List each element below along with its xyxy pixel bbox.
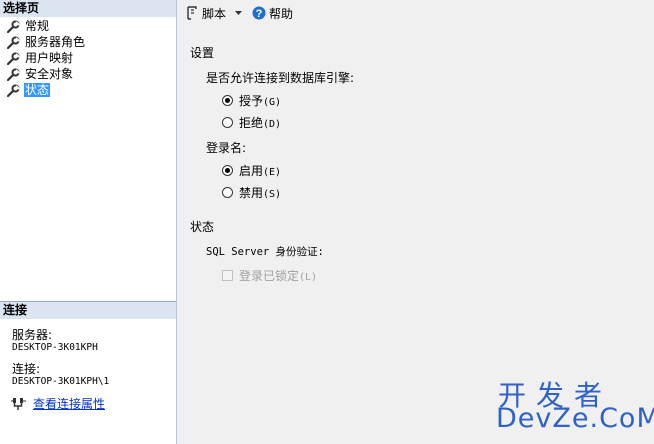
page-item-label: 服务器角色 (25, 35, 86, 49)
page-item-user-mapping[interactable]: 用户映射 (7, 50, 86, 66)
login-properties-dialog: 选择页 常规 服务器角色 用户映射 安全对象 状态 连接 服务器: DESKTO… (0, 0, 654, 444)
grant-text: 授予 (239, 94, 264, 108)
script-label: 脚本 (202, 6, 227, 21)
login-label: 登录名: (206, 141, 247, 155)
server-info: 服务器: DESKTOP-3K01KPH (12, 328, 98, 354)
radio-unchecked-icon (222, 117, 233, 128)
disabled-access-key: (S) (263, 189, 282, 200)
login-locked-checkbox: 登录已锁定(L) (222, 267, 317, 284)
radio-checked-icon (222, 165, 233, 176)
disabled-text: 禁用 (239, 186, 264, 200)
grant-access-key: (G) (263, 97, 282, 108)
watermark: 开发者 DevZe.CoM (496, 374, 654, 440)
wrench-icon (7, 20, 20, 33)
page-item-server-roles[interactable]: 服务器角色 (7, 34, 86, 50)
connection-info: 连接: DESKTOP-3K01KPH\1 (12, 362, 109, 388)
status-group-title: 状态 (190, 220, 215, 234)
script-icon (187, 6, 197, 20)
locked-access-key: (L) (299, 272, 318, 283)
svg-text:?: ? (256, 8, 263, 20)
radio-unchecked-icon (222, 187, 233, 198)
script-dropdown[interactable] (234, 10, 243, 16)
help-button[interactable]: ? 帮助 (252, 5, 293, 22)
wrench-icon (7, 36, 20, 49)
disabled-radio[interactable]: 禁用(S) (222, 184, 281, 201)
enabled-text: 启用 (239, 164, 264, 178)
watermark-en: DevZe.CoM (496, 403, 654, 434)
deny-text: 拒绝 (239, 116, 264, 130)
locked-text: 登录已锁定 (239, 269, 300, 283)
wrench-icon (7, 68, 20, 81)
deny-radio-label: 拒绝(D) (239, 114, 281, 131)
wrench-icon (7, 84, 20, 97)
settings-group-title: 设置 (190, 46, 215, 60)
permission-label: 是否允许连接到数据库引擎: (206, 71, 355, 85)
server-label: 服务器: (12, 328, 53, 342)
page-list: 常规 服务器角色 用户映射 安全对象 状态 (7, 18, 86, 98)
connection-value: DESKTOP-3K01KPH\1 (12, 376, 110, 387)
login-locked-label: 登录已锁定(L) (239, 267, 317, 284)
grant-radio[interactable]: 授予(G) (222, 92, 281, 109)
page-item-label: 常规 (25, 19, 50, 33)
view-connection-properties-link[interactable]: 查看连接属性 (33, 395, 105, 412)
toolbar: 脚本 ? 帮助 (177, 0, 654, 26)
deny-radio[interactable]: 拒绝(D) (222, 114, 281, 131)
connection-icon (11, 397, 26, 410)
view-connection-properties[interactable]: 查看连接属性 (11, 395, 105, 412)
server-value: DESKTOP-3K01KPH (12, 342, 98, 353)
connection-header: 连接 (0, 301, 176, 319)
enabled-access-key: (E) (263, 167, 282, 178)
script-button[interactable]: 脚本 (185, 5, 226, 22)
left-panel: 选择页 常规 服务器角色 用户映射 安全对象 状态 连接 服务器: DESKTO… (0, 0, 177, 444)
page-item-label: 用户映射 (25, 51, 74, 65)
chevron-down-icon (235, 11, 243, 15)
grant-radio-label: 授予(G) (239, 92, 281, 109)
deny-access-key: (D) (263, 119, 282, 130)
page-item-general[interactable]: 常规 (7, 18, 86, 34)
page-item-label: 安全对象 (25, 67, 74, 81)
enabled-radio[interactable]: 启用(E) (222, 162, 281, 179)
wrench-icon (7, 52, 20, 65)
enabled-radio-label: 启用(E) (239, 162, 281, 179)
disabled-radio-label: 禁用(S) (239, 184, 281, 201)
radio-checked-icon (222, 95, 233, 106)
checkbox-disabled-icon (222, 270, 233, 281)
help-label: 帮助 (269, 6, 294, 21)
page-item-label: 状态 (24, 83, 51, 97)
sql-auth-label: SQL Server 身份验证: (206, 246, 324, 258)
connection-label: 连接: (12, 362, 41, 376)
select-page-header: 选择页 (0, 0, 176, 17)
page-item-status[interactable]: 状态 (7, 82, 86, 98)
page-item-securables[interactable]: 安全对象 (7, 66, 86, 82)
help-icon: ? (252, 6, 266, 20)
